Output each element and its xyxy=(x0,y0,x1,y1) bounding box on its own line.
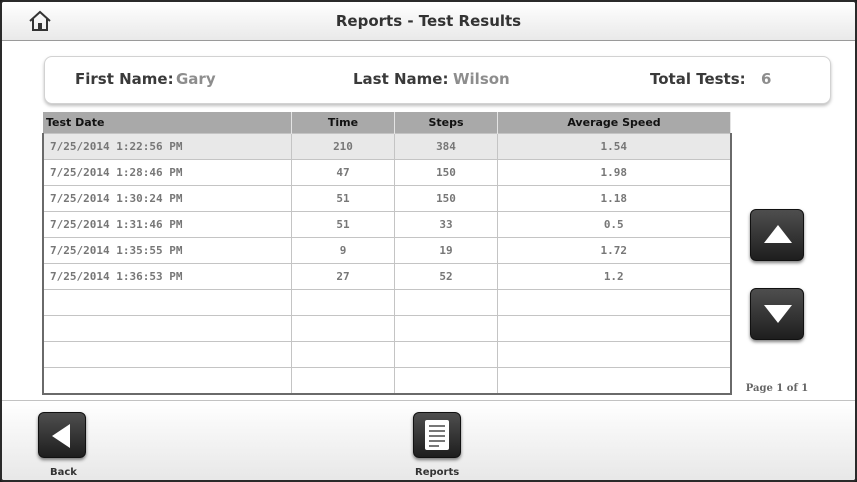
total-tests-label: Total Tests: xyxy=(650,70,746,88)
table-row[interactable]: 7/25/2014 1:30:24 PM 51 150 1.18 xyxy=(42,185,732,212)
cell-steps: 384 xyxy=(394,133,498,160)
cell-average-speed: 1.18 xyxy=(497,185,732,212)
table-row[interactable]: 7/25/2014 1:22:56 PM 210 384 1.54 xyxy=(42,133,732,160)
report-document-icon xyxy=(425,420,449,450)
cell-steps: 52 xyxy=(394,263,498,290)
table-header-row: Test Date Time Steps Average Speed xyxy=(43,112,731,134)
back-label: Back xyxy=(50,467,77,478)
cell-average-speed: 1.54 xyxy=(497,133,732,160)
arrow-up-icon xyxy=(764,225,792,243)
reports-label: Reports xyxy=(415,467,460,478)
cell-average-speed: 1.98 xyxy=(497,159,732,186)
last-name-label: Last Name: xyxy=(353,70,449,88)
column-header-steps[interactable]: Steps xyxy=(394,112,498,134)
cell-time: 51 xyxy=(291,211,395,238)
test-results-table: Test Date Time Steps Average Speed 7/25/… xyxy=(42,112,732,395)
last-name-value: Wilson xyxy=(453,70,510,88)
cell-steps: 150 xyxy=(394,185,498,212)
scroll-up-button[interactable] xyxy=(750,209,804,261)
cell-average-speed: 1.2 xyxy=(497,263,732,290)
column-header-average-speed[interactable]: Average Speed xyxy=(497,112,731,134)
cell-test-date: 7/25/2014 1:30:24 PM xyxy=(42,185,292,212)
column-header-time[interactable]: Time xyxy=(291,112,395,134)
column-header-test-date[interactable]: Test Date xyxy=(43,112,292,134)
cell-test-date: 7/25/2014 1:35:55 PM xyxy=(42,237,292,264)
cell-time: 47 xyxy=(291,159,395,186)
cell-average-speed: 1.72 xyxy=(497,237,732,264)
cell-time: 27 xyxy=(291,263,395,290)
cell-time: 9 xyxy=(291,237,395,264)
table-row[interactable]: 7/25/2014 1:28:46 PM 47 150 1.98 xyxy=(42,159,732,186)
scroll-down-button[interactable] xyxy=(750,288,804,340)
table-row-empty xyxy=(42,367,732,395)
page-title: Reports - Test Results xyxy=(335,12,522,30)
cell-steps: 33 xyxy=(394,211,498,238)
table-row-empty xyxy=(42,289,732,316)
reports-screen: Reports - Test Results First Name: Gary … xyxy=(0,0,857,482)
arrow-left-icon xyxy=(52,424,70,448)
arrow-down-icon xyxy=(764,305,792,323)
cell-time: 210 xyxy=(291,133,395,160)
table-row[interactable]: 7/25/2014 1:31:46 PM 51 33 0.5 xyxy=(42,211,732,238)
back-button[interactable] xyxy=(38,412,86,458)
patient-info-card: First Name: Gary Last Name: Wilson Total… xyxy=(44,56,831,104)
cell-test-date: 7/25/2014 1:28:46 PM xyxy=(42,159,292,186)
cell-test-date: 7/25/2014 1:31:46 PM xyxy=(42,211,292,238)
table-row[interactable]: 7/25/2014 1:36:53 PM 27 52 1.2 xyxy=(42,263,732,290)
title-bar: Reports - Test Results xyxy=(2,2,855,41)
table-row-empty xyxy=(42,341,732,368)
table-row[interactable]: 7/25/2014 1:35:55 PM 9 19 1.72 xyxy=(42,237,732,264)
cell-test-date: 7/25/2014 1:22:56 PM xyxy=(42,133,292,160)
first-name-label: First Name: xyxy=(75,70,174,88)
first-name-value: Gary xyxy=(176,70,216,88)
cell-average-speed: 0.5 xyxy=(497,211,732,238)
cell-time: 51 xyxy=(291,185,395,212)
reports-button[interactable] xyxy=(413,412,461,458)
total-tests-value: 6 xyxy=(761,70,772,88)
bottom-toolbar: Back Reports xyxy=(2,400,855,480)
cell-steps: 19 xyxy=(394,237,498,264)
page-indicator: Page 1 of 1 xyxy=(745,383,809,394)
table-row-empty xyxy=(42,315,732,342)
cell-steps: 150 xyxy=(394,159,498,186)
cell-test-date: 7/25/2014 1:36:53 PM xyxy=(42,263,292,290)
